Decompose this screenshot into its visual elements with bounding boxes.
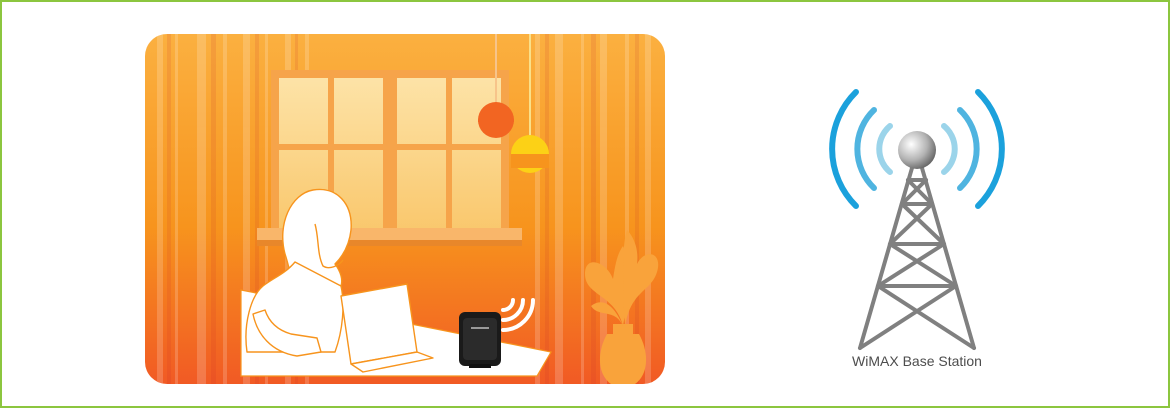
diagram-frame: WiMAX Base Station <box>0 0 1170 408</box>
wimax-router-icon <box>459 312 501 368</box>
home-office-illustration <box>145 34 665 384</box>
tower-beacon <box>898 131 936 169</box>
tower-caption: WiMAX Base Station <box>852 353 982 369</box>
radio-tower-icon <box>858 166 976 350</box>
wimax-base-station-tower <box>802 80 1032 352</box>
